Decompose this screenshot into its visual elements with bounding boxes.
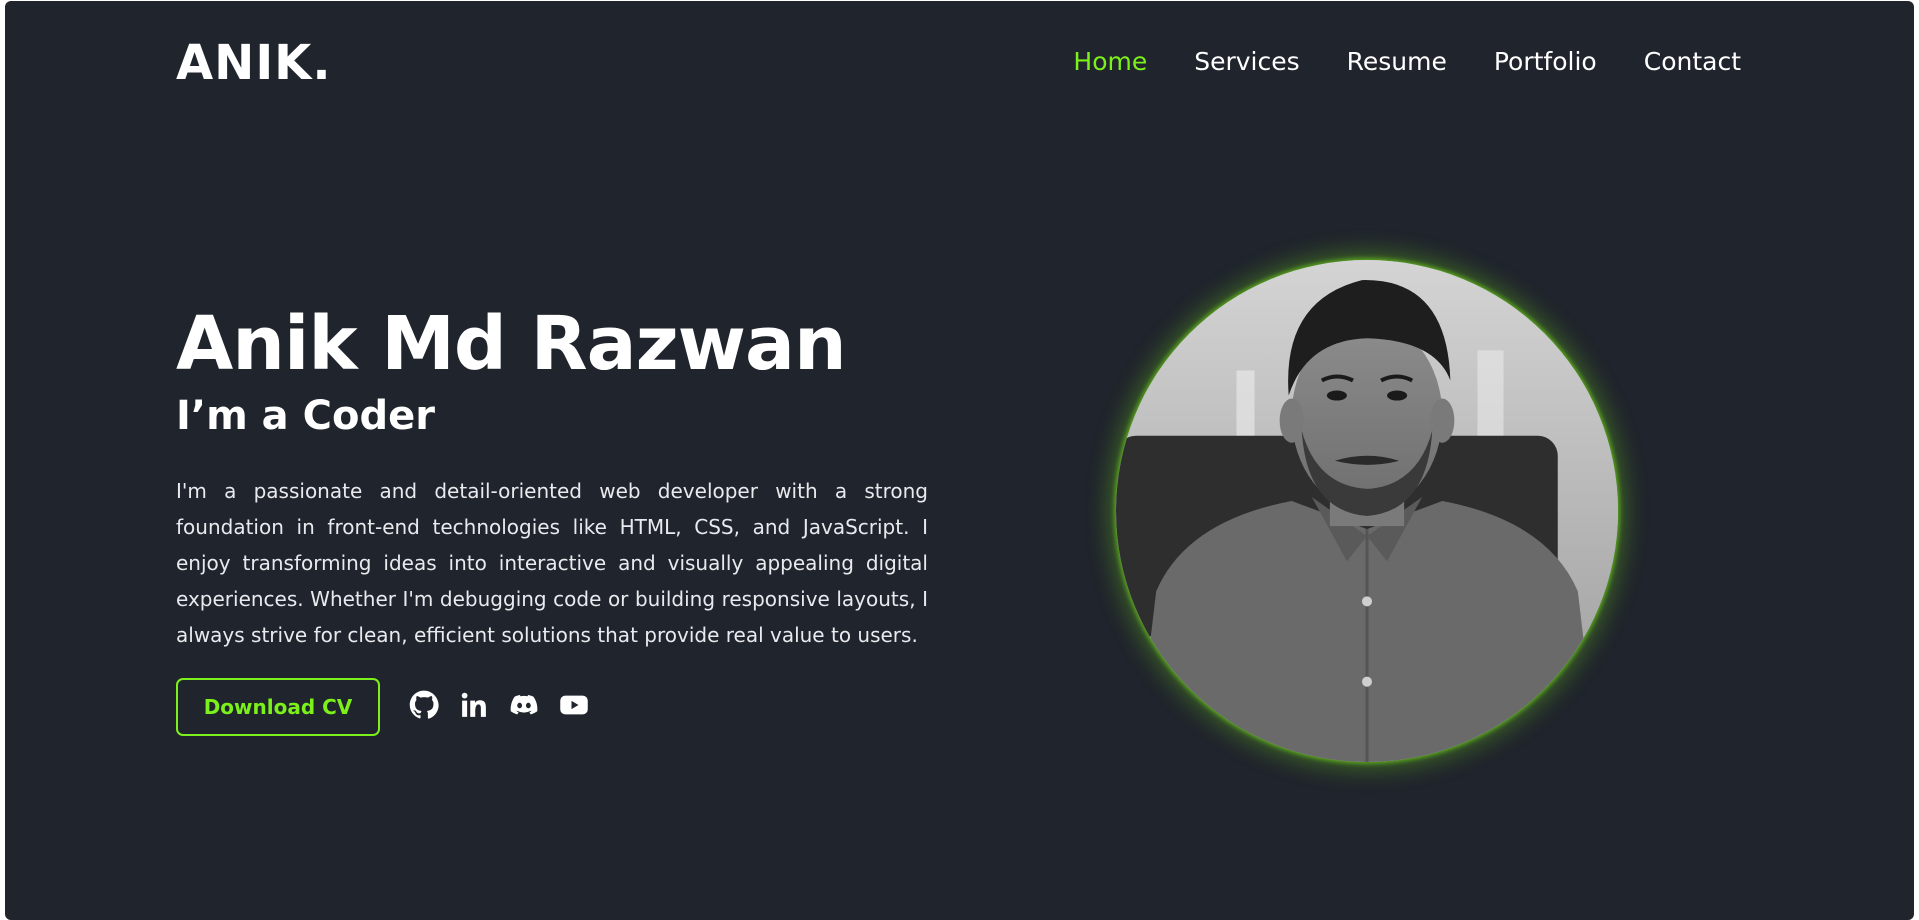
linkedin-link[interactable] xyxy=(458,689,490,721)
hero-description: I'm a passionate and detail-oriented web… xyxy=(176,479,928,647)
nav-item-contact[interactable]: Contact xyxy=(1644,47,1741,76)
download-cv-button[interactable]: Download CV xyxy=(176,678,380,736)
social-links xyxy=(408,689,590,721)
youtube-icon xyxy=(560,695,588,715)
nav-item-services[interactable]: Services xyxy=(1194,47,1299,76)
nav-item-home[interactable]: Home xyxy=(1073,47,1147,76)
nav-item-portfolio[interactable]: Portfolio xyxy=(1494,47,1597,76)
discord-icon xyxy=(510,695,538,715)
linkedin-icon xyxy=(461,692,486,717)
page-frame: ANIK. Home Services Resume Portfolio Con… xyxy=(5,1,1914,920)
site-logo[interactable]: ANIK. xyxy=(176,35,332,91)
nav-item-resume[interactable]: Resume xyxy=(1347,47,1447,76)
github-icon xyxy=(409,690,439,719)
youtube-link[interactable] xyxy=(558,689,590,721)
hero-name: Anik Md Razwan xyxy=(176,301,847,387)
profile-photo xyxy=(1116,260,1618,762)
main-nav: Home Services Resume Portfolio Contact xyxy=(1073,47,1741,76)
github-link[interactable] xyxy=(408,689,440,721)
profile-photo-image xyxy=(1116,260,1618,762)
hero-role: I’m a Coder xyxy=(176,393,435,439)
discord-link[interactable] xyxy=(508,689,540,721)
